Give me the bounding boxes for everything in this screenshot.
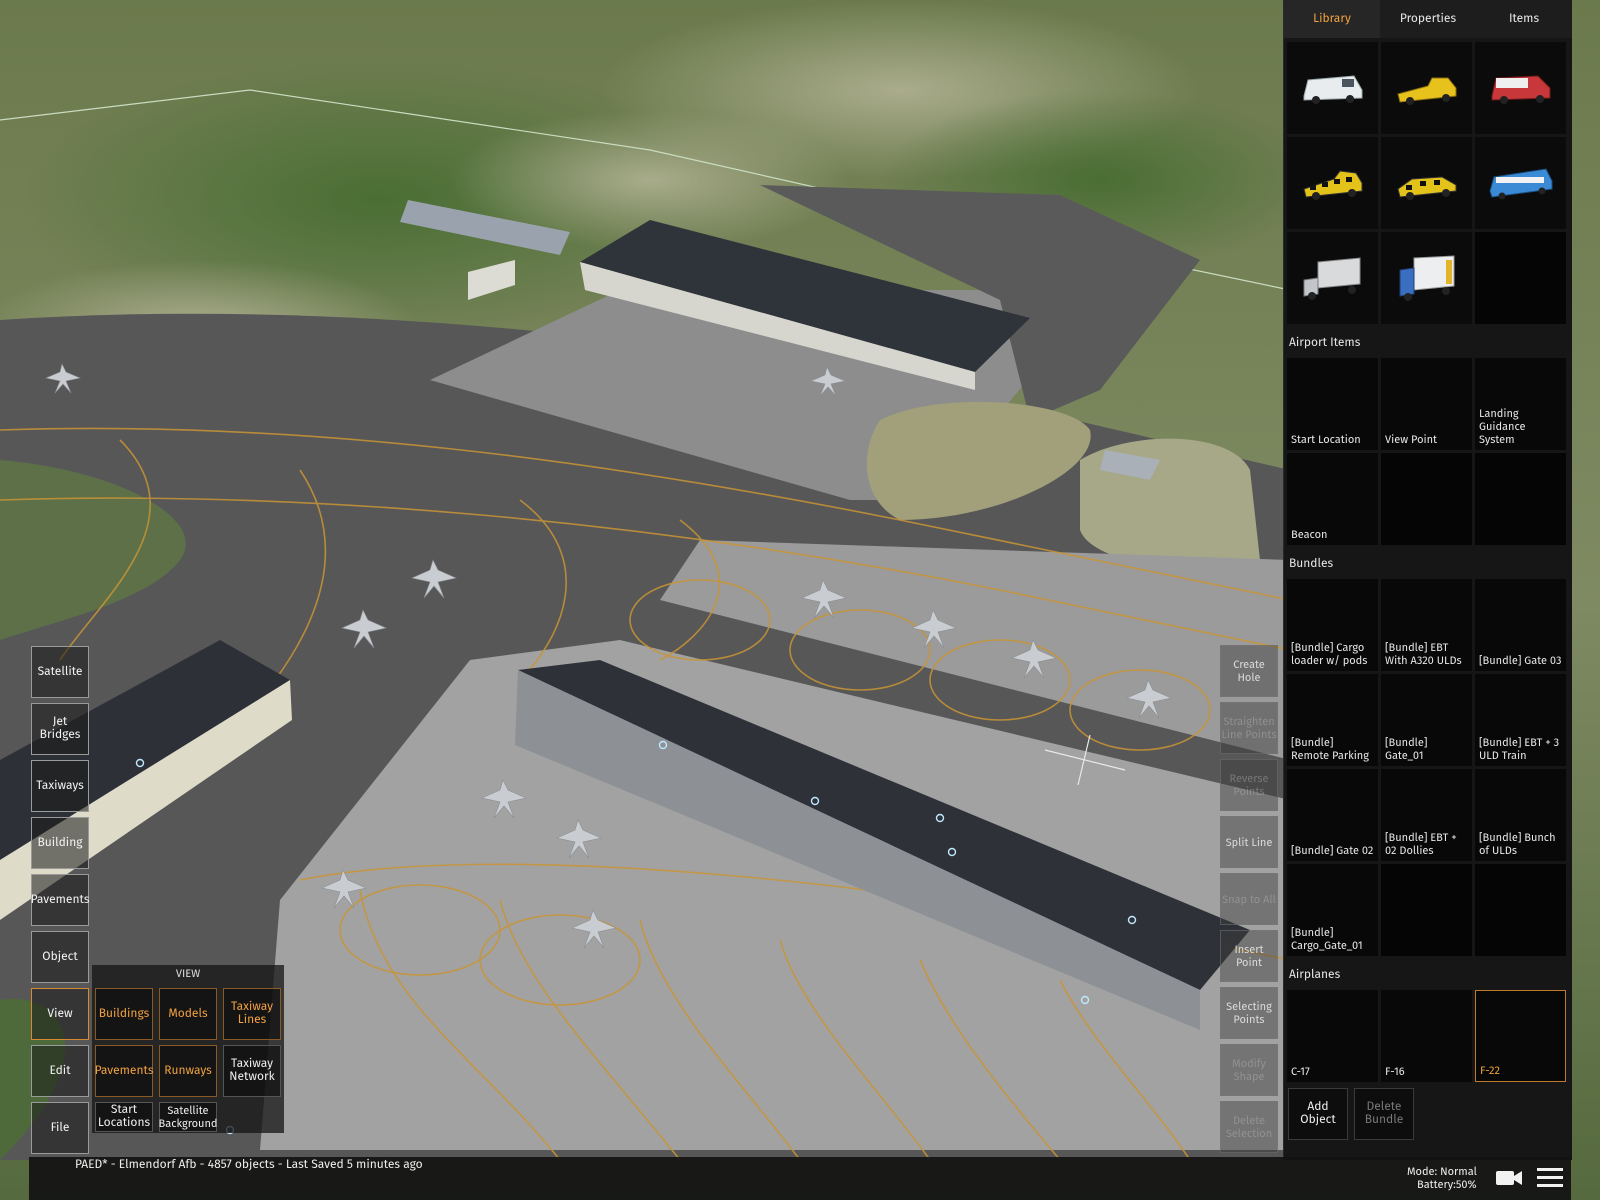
box-truck-icon [1399,255,1454,301]
item-empty-slot [1381,453,1472,545]
satellite-button[interactable]: Satellite [31,646,89,698]
reverse-points-button[interactable]: Reverse Points [1220,759,1278,811]
airplane-f22[interactable]: F-22 [1475,990,1566,1082]
vehicle-checker-car[interactable] [1381,137,1472,229]
toggle-models[interactable]: Models [159,988,217,1040]
yellow-pickup-truck-icon [1396,77,1456,105]
camera-icon[interactable] [1495,1168,1523,1188]
create-hole-button[interactable]: Create Hole [1220,645,1278,697]
view-button[interactable]: View [31,988,89,1040]
split-line-button[interactable]: Split Line [1220,816,1278,868]
section-bundles: Bundles [1284,549,1572,579]
bundle-empty-slot [1475,864,1566,956]
selecting-points-button[interactable]: Selecting Points [1220,987,1278,1039]
mode-label: Mode: Normal [1407,1165,1477,1178]
modify-shape-button[interactable]: Modify Shape [1220,1044,1278,1096]
taxiways-button[interactable]: Taxiways [31,760,89,812]
bundle-item[interactable]: [Bundle] Bunch of ULDs [1475,769,1566,861]
building-button[interactable]: Building [31,817,89,869]
vehicle-empty-slot [1475,232,1566,324]
vehicle-yellow-pickup[interactable] [1381,42,1472,134]
panel-action-buttons: Add Object Delete Bundle [1284,1082,1572,1146]
bundle-item[interactable]: [Bundle] Gate 02 [1287,769,1378,861]
vehicle-catering-truck[interactable] [1287,232,1378,324]
airport-bus-icon [1488,168,1552,200]
bundle-item[interactable]: [Bundle] Gate 03 [1475,579,1566,671]
bundle-item[interactable]: [Bundle] Remote Parking [1287,674,1378,766]
toggle-buildings[interactable]: Buildings [95,988,153,1040]
airplanes-grid: C-17 F-16 F-22 [1284,990,1572,1082]
pavements-button[interactable]: Pavements [31,874,89,926]
white-van-icon [1303,75,1362,104]
airplane-f16[interactable]: F-16 [1381,990,1472,1082]
vehicle-box-truck[interactable] [1381,232,1472,324]
edit-button[interactable]: Edit [31,1045,89,1097]
snap-to-all-button[interactable]: Snap to All [1220,873,1278,925]
vehicle-bus[interactable] [1475,137,1566,229]
straighten-line-points-button[interactable]: Straighten Line Points [1220,702,1278,754]
bundle-item[interactable]: [Bundle] EBT + 02 Dollies [1381,769,1472,861]
library-panel: Library Properties Items Airport Items S… [1283,0,1572,1160]
toggle-taxiway-network[interactable]: Taxiway Network [223,1045,281,1097]
airplane-c17[interactable]: C-17 [1287,990,1378,1082]
item-empty-slot [1475,453,1566,545]
insert-point-button[interactable]: Insert Point [1220,930,1278,982]
section-airport-items: Airport Items [1284,328,1572,358]
view-panel-title: VIEW [175,967,201,980]
vehicle-white-van[interactable] [1287,42,1378,134]
toggle-satellite-background[interactable]: Satellite Background [159,1102,218,1132]
bundle-item[interactable]: [Bundle] Cargo_Gate_01 [1287,864,1378,956]
toggle-taxiway-lines[interactable]: Taxiway Lines [223,988,281,1040]
add-object-button[interactable]: Add Object [1288,1088,1348,1140]
vehicle-red-van[interactable] [1475,42,1566,134]
item-landing-guidance-system[interactable]: Landing Guidance System [1475,358,1566,450]
item-view-point[interactable]: View Point [1381,358,1472,450]
delete-selection-button[interactable]: Delete Selection [1220,1101,1278,1153]
bundle-empty-slot [1381,864,1472,956]
object-button[interactable]: Object [31,931,89,983]
item-start-location[interactable]: Start Location [1287,358,1378,450]
panel-tabs: Library Properties Items [1284,0,1572,38]
tab-items[interactable]: Items [1476,0,1572,38]
battery-label: Battery:50% [1417,1178,1477,1191]
bundle-item[interactable]: [Bundle] Cargo loader w/ pods [1287,579,1378,671]
file-button[interactable]: File [31,1102,89,1154]
follow-me-checker-car-icon [1396,176,1456,200]
vehicle-grid [1284,38,1572,324]
bundles-grid: [Bundle] Cargo loader w/ pods [Bundle] E… [1284,579,1572,956]
catering-truck-icon [1303,257,1360,300]
view-panel: VIEW Buildings Models Taxiway Lines Pave… [92,965,284,1133]
vehicle-checker-truck[interactable] [1287,137,1378,229]
bundle-item[interactable]: [Bundle] EBT With A320 ULDs [1381,579,1472,671]
toggle-runways[interactable]: Runways [159,1045,217,1097]
follow-me-checker-truck-icon [1302,170,1362,200]
tab-library[interactable]: Library [1284,0,1380,38]
menu-icon[interactable] [1537,1167,1563,1189]
status-bar: PAED* - Elmendorf Afb - 4857 objects - L… [29,1157,1571,1200]
bundle-item[interactable]: [Bundle] Gate_01 [1381,674,1472,766]
item-beacon[interactable]: Beacon [1287,453,1378,545]
delete-bundle-button[interactable]: Delete Bundle [1354,1088,1414,1140]
status-text: PAED* - Elmendorf Afb - 4857 objects - L… [75,1158,423,1172]
bundle-item[interactable]: [Bundle] EBT + 3 ULD Train [1475,674,1566,766]
section-airplanes: Airplanes [1284,960,1572,990]
red-van-icon [1491,75,1550,104]
airport-items-grid: Start Location View Point Landing Guidan… [1284,358,1572,545]
tab-properties[interactable]: Properties [1380,0,1476,38]
toggle-start-locations[interactable]: Start Locations [95,1102,153,1132]
jet-bridges-button[interactable]: Jet Bridges [31,703,89,755]
toggle-pavements[interactable]: Pavements [95,1045,153,1097]
